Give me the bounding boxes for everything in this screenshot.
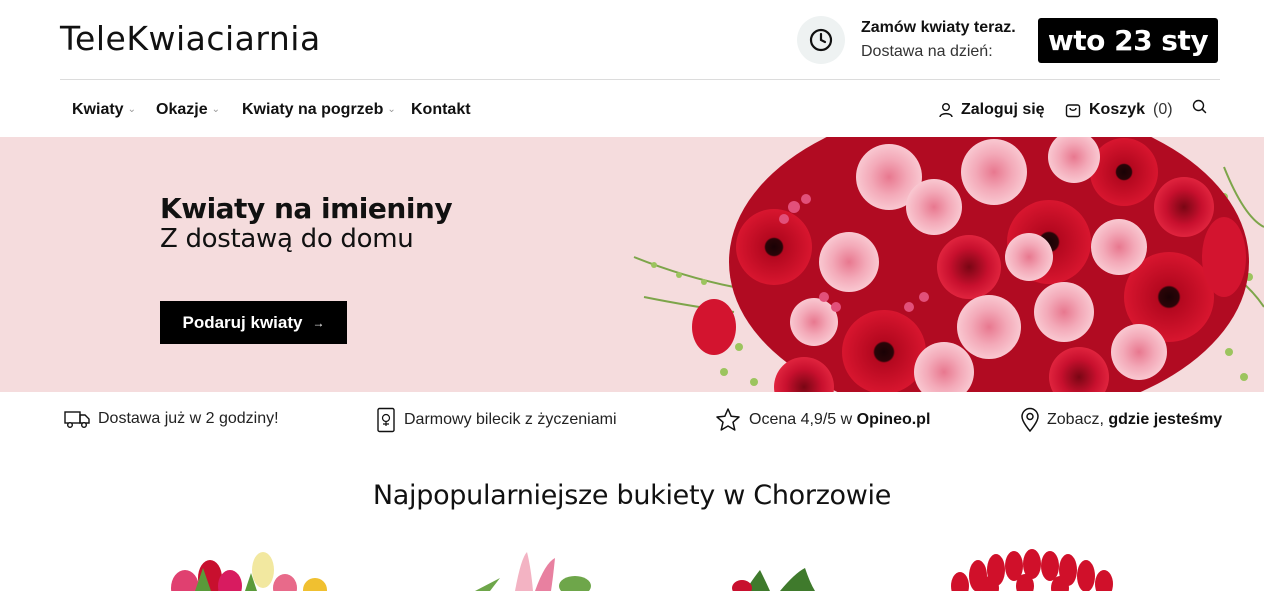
hero-banner: Kwiaty na imieniny Z dostawą do domu Pod… [0,137,1264,392]
user-icon [939,103,953,118]
feature-card: Darmowy bilecik z życzeniami [376,407,617,433]
chevron-down-icon: ⌄ [387,104,396,115]
delivery-date-badge: wto 23 sty [1038,18,1218,63]
clock-icon [797,16,845,64]
button-label: Podaruj kwiaty [182,312,303,332]
login-link[interactable]: Zaloguj się [939,100,1045,120]
nav-item-label: Kwiaty na pogrzeb [242,101,384,118]
location-pin-icon [1021,407,1039,433]
star-icon [716,408,740,431]
popular-bouquets-title: Najpopularniejsze bukiety w Chorzowie [372,480,892,511]
where-we-are-link[interactable]: gdzie jesteśmy [1108,408,1222,432]
product-image-lilies[interactable] [455,548,635,591]
nav-item-label: Kontakt [411,101,471,118]
nav-item-label: Kwiaty [72,101,124,118]
product-image-tulips-mixed[interactable] [155,548,335,591]
feature-text: Dostawa już w 2 godziny! [98,410,279,427]
chevron-down-icon: ⌄ [211,104,220,115]
chevron-down-icon: ⌄ [127,104,136,115]
arrow-right-icon: → [312,315,325,330]
order-now-title: Zamów kwiaty teraz. [861,19,1016,36]
feature-location[interactable]: Zobacz, gdzie jesteśmy [1020,407,1222,433]
nav-item-okazje[interactable]: Okazje ⌄ [156,100,220,120]
site-header: TeleKwiaciarnia Zamów kwiaty teraz. Dost… [60,0,1220,80]
site-logo[interactable]: TeleKwiaciarnia [60,19,321,59]
cart-label: Koszyk [1089,101,1146,118]
feature-text: Zobacz, [1047,411,1109,428]
nav-item-kwiaty[interactable]: Kwiaty ⌄ [72,100,136,120]
hero-title: Kwiaty na imieniny [160,192,453,225]
give-flowers-button[interactable]: Podaruj kwiaty → [160,301,347,344]
nav-item-label: Okazje [156,101,208,118]
truck-icon [64,411,90,428]
cart-bag-icon [1065,104,1081,118]
feature-text: Darmowy bilecik z życzeniami [404,411,617,428]
login-label: Zaloguj się [961,101,1045,118]
nav-item-kwiaty-na-pogrzeb[interactable]: Kwiaty na pogrzeb ⌄ [242,100,396,120]
feature-delivery: Dostawa już w 2 godziny! [64,407,279,431]
main-nav: Kwiaty ⌄ Okazje ⌄ Kwiaty na pogrzeb ⌄ Ko… [60,81,1220,137]
flower-bouquet-image [633,137,1264,392]
cart-link[interactable]: Koszyk (0) [1065,100,1173,120]
nav-item-kontakt[interactable]: Kontakt [411,100,471,120]
delivery-date-label: Dostawa na dzień: [861,43,993,60]
product-image-red-tulips[interactable] [950,548,1130,591]
product-image-red-bouquet[interactable] [720,548,900,591]
features-bar: Dostawa już w 2 godziny! Darmowy bilecik… [0,392,1264,447]
card-icon [377,407,395,433]
feature-text: Ocena 4,9/5 w [749,411,857,428]
cart-count: (0) [1153,101,1173,118]
search-icon [1192,99,1207,114]
feature-rating[interactable]: Ocena 4,9/5 w Opineo.pl [715,407,930,433]
opineo-link[interactable]: Opineo.pl [857,408,931,432]
search-button[interactable] [1192,99,1207,114]
hero-subtitle: Z dostawą do domu [160,224,414,254]
